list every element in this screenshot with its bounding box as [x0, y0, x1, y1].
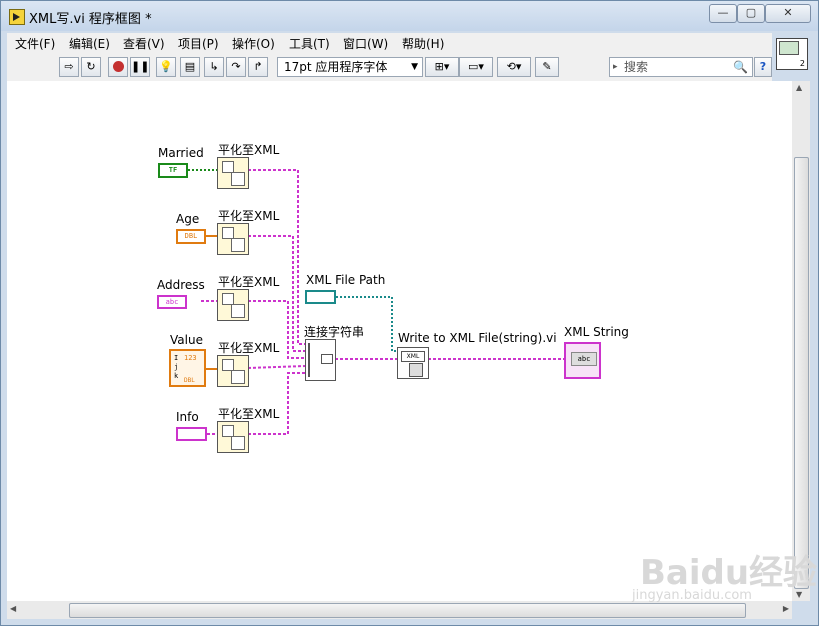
concatenate-strings-node[interactable]: [305, 339, 336, 381]
xml-string-indicator[interactable]: abc: [564, 342, 601, 379]
address-label: Address: [157, 278, 205, 292]
flatten-label-4: 平化至XML: [218, 341, 280, 355]
age-terminal[interactable]: DBL: [176, 229, 206, 244]
wire-flatten-1: [248, 169, 305, 345]
value-j: j: [174, 363, 179, 371]
flatten-to-xml-node-3[interactable]: [217, 289, 249, 321]
wires-layer: [188, 169, 565, 435]
info-label: Info: [176, 410, 199, 424]
value-dbl: DBL: [184, 377, 195, 384]
value-k: k: [174, 372, 179, 380]
info-terminal[interactable]: [176, 427, 207, 441]
flatten-label-1: 平化至XML: [218, 143, 280, 157]
watermark-brand: Baidu经验: [640, 553, 818, 593]
wire-flatten-4: [247, 365, 306, 369]
xml-string-value: abc: [571, 352, 597, 366]
age-label: Age: [176, 212, 200, 226]
married-label: Married: [158, 146, 204, 160]
flatten-to-xml-node-1[interactable]: [217, 157, 249, 189]
watermark-url: jingyan.baidu.com: [632, 588, 752, 603]
concat-label: 连接字符串: [304, 325, 365, 339]
xml-string-label: XML String: [564, 325, 629, 339]
write-vi-label: Write to XML File(string).vi: [398, 331, 557, 345]
flatten-to-xml-node-4[interactable]: [217, 355, 249, 387]
address-terminal[interactable]: abc: [157, 295, 187, 309]
write-vi-icon-text: XML: [401, 351, 425, 362]
flatten-label-5: 平化至XML: [218, 407, 280, 421]
flatten-to-xml-node-2[interactable]: [217, 223, 249, 255]
value-123: 123: [184, 354, 197, 362]
flatten-label-2: 平化至XML: [218, 209, 280, 223]
concat-output: [321, 354, 333, 364]
floppy-disk-icon: [409, 363, 423, 377]
write-to-xml-file-node[interactable]: XML: [397, 347, 429, 379]
value-i: I: [174, 354, 179, 362]
value-cluster-terminal[interactable]: I j k 123 DBL: [169, 349, 206, 387]
xml-file-path-label: XML File Path: [306, 273, 386, 287]
wire-flatten-5: [248, 372, 305, 435]
xml-file-path-terminal[interactable]: [305, 290, 336, 304]
value-label: Value: [170, 333, 203, 347]
flatten-label-3: 平化至XML: [218, 275, 280, 289]
concat-inputs: [308, 343, 318, 377]
married-terminal[interactable]: TF: [158, 163, 188, 178]
wire-flatten-2: [248, 235, 305, 352]
flatten-to-xml-node-5[interactable]: [217, 421, 249, 453]
